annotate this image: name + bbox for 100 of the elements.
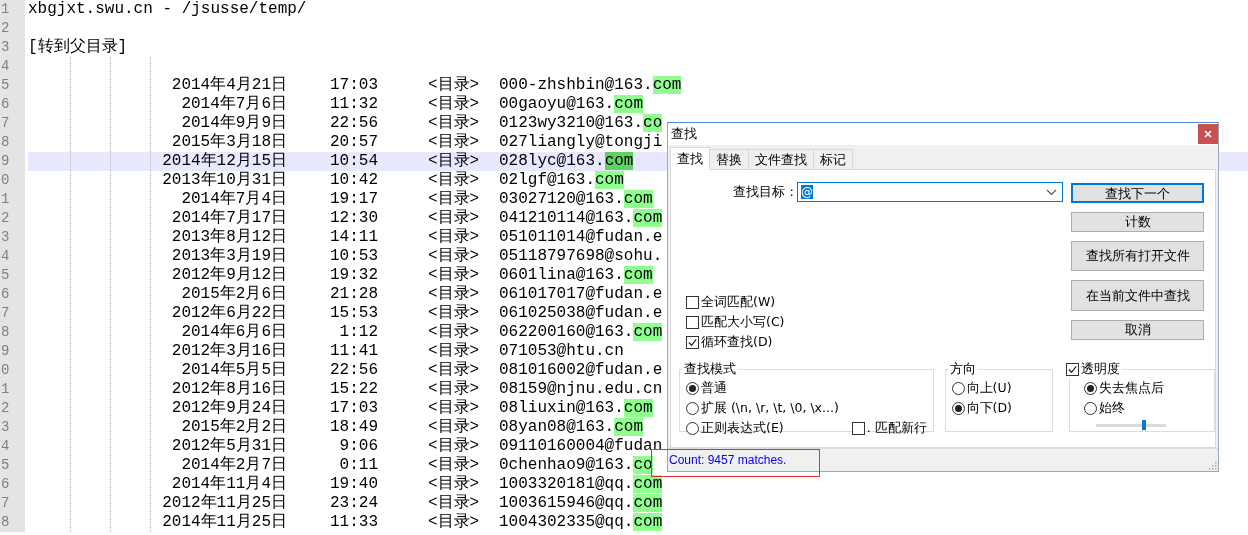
directory-tag: <目录>	[428, 133, 499, 152]
dialog-button[interactable]: 在当前文件中查找	[1071, 280, 1204, 311]
line-number: 2	[0, 399, 25, 418]
time-text: 11:32	[329, 95, 378, 114]
radio-button[interactable]	[1084, 401, 1098, 415]
folder-name: 061017017@fudan.e	[499, 285, 663, 304]
line-number: 4	[0, 57, 25, 76]
option-label: 透明度	[1081, 360, 1121, 378]
folder-name: 0601lina@163.com	[499, 266, 653, 285]
time-text: 22:56	[329, 114, 378, 133]
folder-name: 000-zhshbin@163.com	[499, 76, 682, 95]
folder-name: 09110160004@fudan	[499, 437, 663, 456]
time-text: 0:11	[338, 456, 378, 475]
date-text: 2013年10月31日	[161, 171, 287, 190]
time-text: 10:54	[329, 152, 378, 171]
group-title: 方向	[948, 360, 977, 378]
date-text: 2013年3月19日	[170, 247, 287, 266]
line-number: 3	[0, 418, 25, 437]
folder-name: 027liangly@tongji	[499, 133, 663, 152]
dropdown-caret-icon	[1046, 188, 1057, 196]
radio-button[interactable]	[686, 381, 699, 395]
time-text: 1:12	[338, 323, 378, 342]
directory-tag: <目录>	[428, 95, 499, 114]
time-text: 11:41	[329, 342, 378, 361]
date-text: 2012年6月22日	[170, 304, 287, 323]
directory-tag: <目录>	[428, 152, 499, 171]
editor-text: [转到父目录]	[28, 38, 128, 57]
line-number: 0	[0, 171, 25, 190]
group-title: 查找模式	[683, 360, 737, 378]
directory-tag: <目录>	[428, 475, 499, 494]
tab[interactable]: 替换	[709, 149, 749, 169]
radio-button[interactable]	[686, 421, 699, 435]
line-number: 8	[0, 513, 25, 532]
line-number: 7	[0, 114, 25, 133]
folder-name: 051011014@fudan.e	[499, 228, 663, 247]
line-number: 6	[0, 285, 25, 304]
dialog-title: 查找	[670, 125, 697, 143]
directory-tag: <目录>	[428, 114, 499, 133]
folder-name: 08159@njnu.edu.cn	[499, 380, 663, 399]
directory-tag: <目录>	[428, 228, 499, 247]
date-text: 2014年4月21日	[170, 76, 287, 95]
date-text: 2015年2月2日	[180, 418, 287, 437]
radio-button[interactable]	[686, 401, 699, 415]
date-text: 2014年12月15日	[161, 152, 287, 171]
line-number: 1	[0, 190, 25, 209]
dialog-button[interactable]: 查找所有打开文件	[1071, 241, 1204, 271]
date-text: 2014年11月4日	[170, 475, 287, 494]
checkbox[interactable]	[1066, 362, 1080, 376]
dialog-button[interactable]: 取消	[1071, 320, 1204, 340]
time-text: 20:57	[329, 133, 378, 152]
folder-name: 0123wy3210@163.co	[499, 114, 663, 133]
line-number: 6	[0, 95, 25, 114]
directory-tag: <目录>	[428, 494, 499, 513]
date-text: 2015年2月6日	[180, 285, 287, 304]
checkbox[interactable]	[851, 421, 865, 435]
dialog-button[interactable]: 查找下一个	[1071, 183, 1204, 203]
line-number: 1	[0, 0, 25, 19]
date-text: 2012年5月31日	[170, 437, 287, 456]
folder-name: 0chenhao9@163.co	[499, 456, 653, 475]
checkbox[interactable]	[686, 295, 699, 309]
resize-grip-icon	[1207, 460, 1217, 470]
tab[interactable]: 查找	[670, 147, 710, 170]
line-number: 5	[0, 76, 25, 95]
line-number: 3	[0, 38, 25, 57]
tab[interactable]: 标记	[813, 149, 853, 169]
folder-name: 08yan08@163.com	[499, 418, 644, 437]
time-text: 10:42	[329, 171, 378, 190]
line-number: 1	[0, 380, 25, 399]
line-number: 9	[0, 342, 25, 361]
radio-button[interactable]	[951, 381, 965, 395]
date-text: 2012年8月16日	[170, 380, 287, 399]
option-label: 失去焦点后	[1099, 379, 1165, 397]
folder-name: 028lyc@163.com	[499, 152, 634, 171]
radio-button[interactable]	[1084, 381, 1098, 395]
folder-name: 05118797698@sohu.	[499, 247, 663, 266]
line-number: 6	[0, 475, 25, 494]
date-text: 2012年3月16日	[170, 342, 287, 361]
date-text: 2014年7月6日	[180, 95, 287, 114]
time-text: 19:32	[329, 266, 378, 285]
folder-name: 1003320181@qq.com	[499, 475, 663, 494]
date-text: 2014年6月6日	[180, 323, 287, 342]
directory-tag: <目录>	[428, 76, 499, 95]
checkbox[interactable]	[686, 315, 699, 329]
find-combo[interactable]: @	[797, 182, 1063, 202]
option-label: 匹配大小写(C)	[701, 313, 785, 331]
option-label: 正则表达式(E)	[701, 419, 784, 437]
tab[interactable]: 文件查找	[748, 149, 814, 169]
radio-button[interactable]	[951, 401, 965, 415]
close-button[interactable]	[1198, 124, 1218, 144]
date-text: 2015年3月18日	[170, 133, 287, 152]
find-label: 查找目标 :	[733, 183, 794, 201]
folder-name: 041210114@163.com	[499, 209, 663, 228]
date-text: 2014年7月17日	[170, 209, 287, 228]
dialog-button[interactable]: 计数	[1071, 212, 1204, 232]
date-text: 2014年2月7日	[180, 456, 287, 475]
time-text: 19:40	[329, 475, 378, 494]
folder-name: 1004302335@qq.com	[499, 513, 663, 532]
checkbox[interactable]	[686, 335, 699, 349]
slider-thumb[interactable]	[1141, 420, 1146, 430]
line-number: 8	[0, 133, 25, 152]
